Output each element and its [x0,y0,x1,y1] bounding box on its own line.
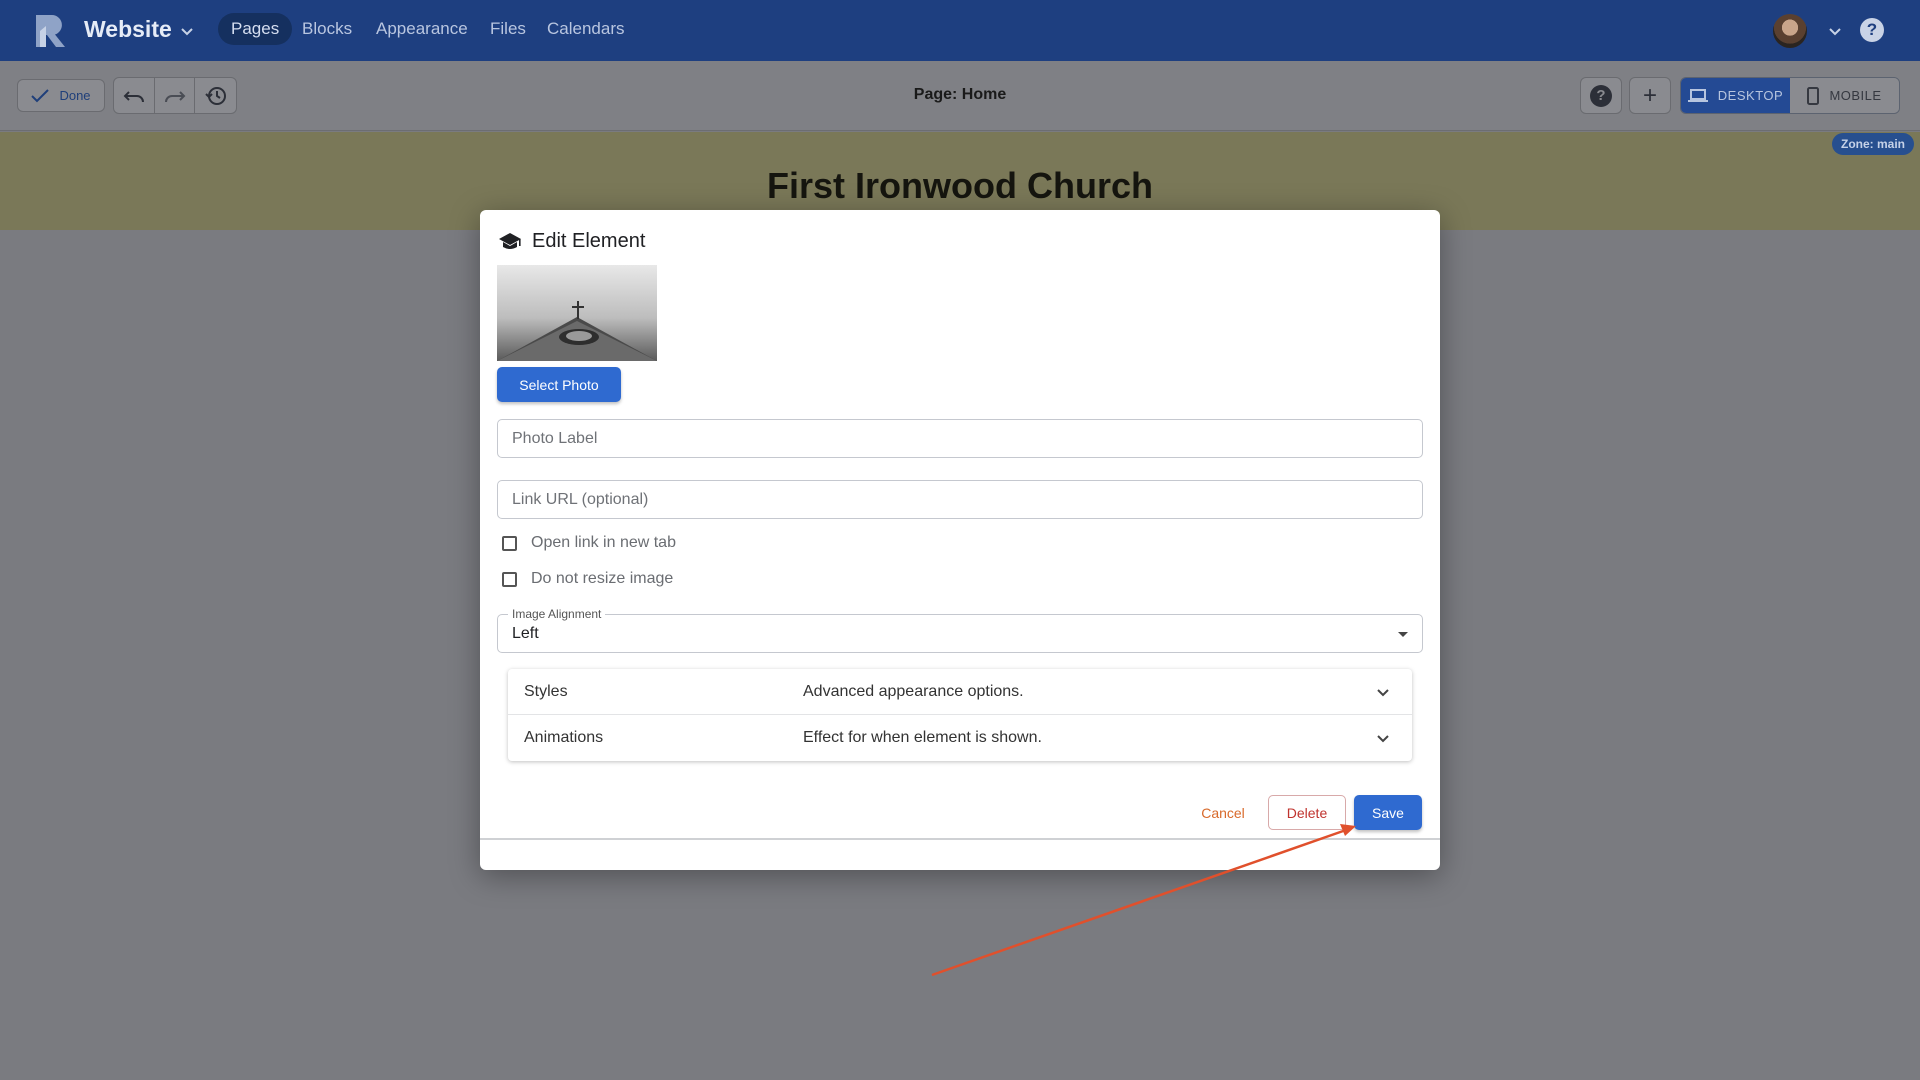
no-resize-checkbox[interactable] [502,571,517,587]
image-alignment-select[interactable]: Image Alignment Left [497,607,1423,653]
select-photo-button[interactable]: Select Photo [497,367,621,402]
chevron-down-icon [1377,689,1389,697]
edit-element-dialog: Edit Element Select Photo Open link in n… [480,210,1440,870]
photo-label-input[interactable] [497,419,1423,458]
chevron-down-icon[interactable] [1826,22,1844,40]
cancel-button[interactable]: Cancel [1192,795,1254,830]
photo-preview [497,265,657,361]
caret-down-icon [1398,632,1408,637]
save-button[interactable]: Save [1354,795,1422,830]
graduation-cap-icon [499,232,521,249]
delete-button[interactable]: Delete [1268,795,1346,830]
options-accordion: Styles Advanced appearance options. Anim… [508,669,1412,761]
top-navbar: Website Pages Blocks Appearance Files Ca… [0,0,1920,61]
chevron-down-icon[interactable] [178,22,196,40]
no-resize-option[interactable]: Do not resize image [502,570,673,588]
image-alignment-legend: Image Alignment [508,607,606,621]
chevron-down-icon [1377,735,1389,743]
styles-description: Advanced appearance options. [803,682,1024,700]
open-new-tab-label: Open link in new tab [531,534,676,551]
animations-accordion-item[interactable]: Animations Effect for when element is sh… [508,715,1412,761]
nav-calendars[interactable]: Calendars [547,19,625,39]
nav-pages[interactable]: Pages [218,13,293,45]
animations-description: Effect for when element is shown. [803,729,1042,746]
page-title: Page: Home [913,86,1007,103]
open-new-tab-checkbox[interactable] [502,535,517,551]
styles-title: Styles [524,682,568,700]
no-resize-label: Do not resize image [531,570,674,587]
help-circle-icon[interactable]: ? [1860,18,1884,42]
logo-icon[interactable] [32,13,68,49]
open-new-tab-option[interactable]: Open link in new tab [502,534,676,552]
zone-badge: Zone: main [1832,133,1915,155]
image-alignment-value: Left [512,625,539,642]
animations-title: Animations [524,729,604,746]
link-url-input[interactable] [497,480,1423,519]
dialog-divider [480,838,1440,840]
site-title[interactable]: Website [84,16,172,43]
dialog-title-text: Edit Element [532,230,646,252]
nav-blocks[interactable]: Blocks [302,19,352,39]
hero-heading: First Ironwood Church [767,165,1153,206]
styles-accordion-item[interactable]: Styles Advanced appearance options. [508,669,1412,715]
church-photo-image [497,301,657,361]
user-avatar[interactable] [1773,14,1807,48]
nav-appearance[interactable]: Appearance [376,19,468,39]
dialog-title: Edit Element [498,230,645,253]
nav-files[interactable]: Files [490,19,526,39]
